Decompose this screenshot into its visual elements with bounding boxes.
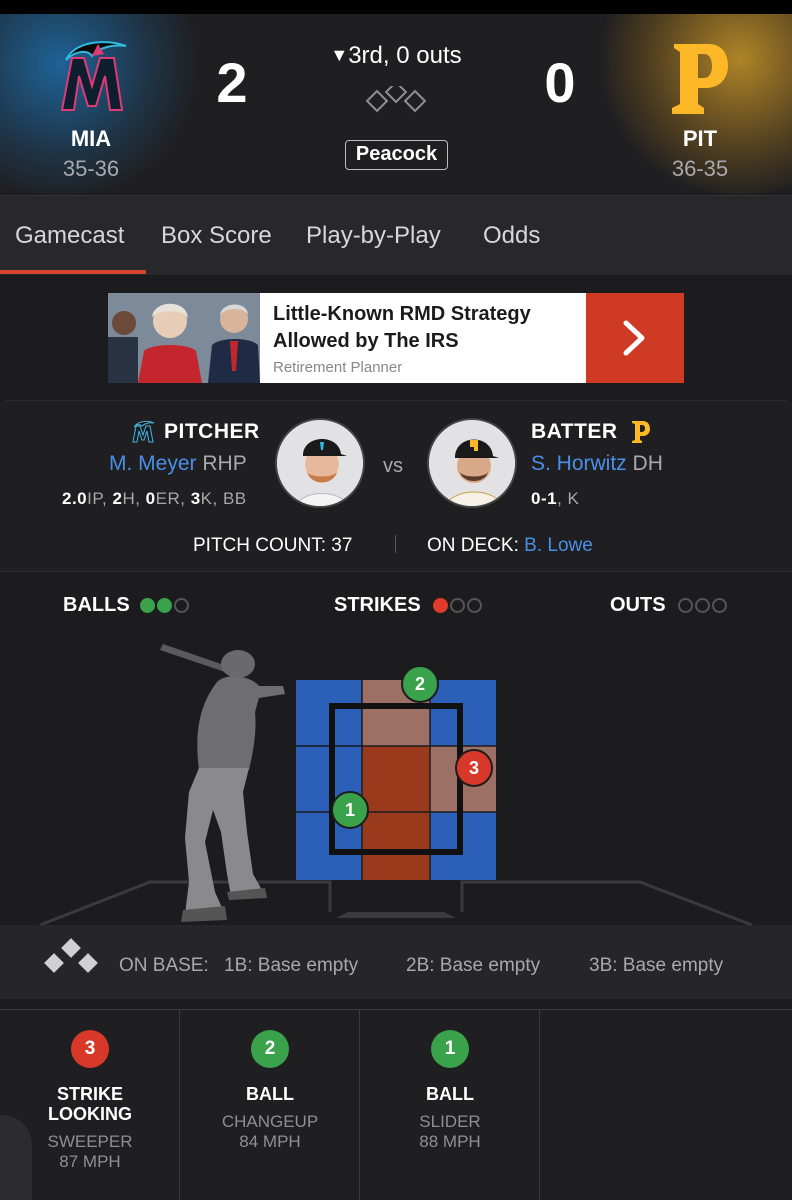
strike-zone-field: BALLS STRIKES OUTS 123 — [0, 572, 792, 925]
scoreboard: MIA 35-36 2 ▼3rd, 0 outs Peacock 0 PIT 3… — [0, 14, 792, 195]
bottom-half-arrow-icon: ▼ — [330, 45, 349, 65]
pitch-number-badge: 3 — [71, 1030, 109, 1068]
pitcher-stat-line: 2.0IP, 2H, 0ER, 3K, BB — [62, 489, 247, 508]
batter-extra: K — [567, 489, 580, 508]
batter-name: S. Horwitz DH — [531, 452, 663, 476]
pitch-type-name: SLIDER — [419, 1112, 481, 1131]
ad-sponsor: Retirement Planner — [273, 359, 403, 376]
pitch-speed: 88 MPH — [419, 1132, 481, 1151]
first-base-status: 1B: Base empty — [224, 955, 359, 976]
inning-text: 3rd, 0 outs — [348, 42, 462, 69]
away-team-abbr[interactable]: MIA — [31, 126, 151, 152]
batter-headshot[interactable] — [427, 418, 517, 508]
pitcher-headshot[interactable] — [275, 418, 365, 508]
status-bar — [0, 0, 792, 14]
pitch-count-label: PITCH COUNT: — [193, 535, 326, 556]
pitcher-name: M. Meyer RHP — [109, 452, 247, 476]
bases-diamond-icon — [362, 80, 430, 121]
versus-label: vs — [383, 455, 403, 477]
pitch-log: 3 STRIKE LOOKING SWEEPER 87 MPH 2 BALL CHANGEUP… — [0, 1009, 792, 1200]
tab-box-score[interactable]: Box Score — [161, 222, 272, 250]
batter-stat-line: 0-1, K — [531, 489, 580, 508]
batter-name-link[interactable]: S. Horwitz — [531, 452, 627, 475]
home-team-record: 36-35 — [671, 156, 729, 181]
tab-play-by-play[interactable]: Play-by-Play — [306, 222, 441, 250]
third-base-status: 3B: Base empty — [589, 955, 724, 976]
strike-zone-grid: 1 2 3 — [296, 665, 496, 880]
pitch-count: PITCH COUNT: 37 — [193, 535, 352, 557]
pitcher-k: 3 — [190, 489, 201, 508]
batter-line: 0-1 — [531, 489, 558, 508]
on-deck-player-link[interactable]: B. Lowe — [524, 535, 593, 556]
on-base-label: ON BASE: — [119, 955, 209, 976]
home-score: 0 — [544, 51, 576, 114]
second-base-status: 2B: Base empty — [406, 955, 541, 976]
pitch-count-value: 37 — [331, 535, 353, 556]
tab-odds[interactable]: Odds — [483, 222, 540, 250]
on-deck-label: ON DECK: — [427, 535, 519, 556]
bases-diamond-icon — [44, 938, 98, 973]
tab-gamecast[interactable]: Gamecast — [15, 222, 124, 250]
scroll-handle[interactable] — [0, 1115, 32, 1200]
pitch-speed: 84 MPH — [239, 1132, 301, 1151]
pitch-result-line: LOOKING — [48, 1104, 132, 1124]
ad-photo — [108, 293, 260, 383]
pitcher-team-logo-icon — [130, 420, 156, 449]
pitcher-role-label: PITCHER — [164, 420, 260, 443]
away-team-record: 35-36 — [62, 156, 120, 181]
active-tab-indicator — [0, 270, 146, 274]
pirates-logo-icon[interactable] — [668, 38, 732, 123]
pitcher-bb: BB — [222, 489, 247, 508]
pitch-card[interactable]: 2 BALL CHANGEUP 84 MPH — [180, 1010, 360, 1200]
pitcher-er: 0 — [145, 489, 156, 508]
divider — [395, 535, 396, 553]
pitch-type: CHANGEUP 84 MPH — [180, 1112, 360, 1152]
on-base-bar: ON BASE: 1B: Base empty 2B: Base empty 3… — [0, 925, 792, 999]
pitch-location-marker[interactable]: 1 — [331, 791, 369, 829]
pitch-result: STRIKE LOOKING — [0, 1084, 180, 1124]
pitch-location-marker[interactable]: 2 — [401, 665, 439, 703]
ad-headline[interactable]: Little-Known RMD Strategy Allowed by The… — [273, 301, 573, 355]
chevron-right-icon — [623, 320, 645, 356]
pitch-number-badge: 2 — [251, 1030, 289, 1068]
pitch-type: SLIDER 88 MPH — [360, 1112, 540, 1152]
ad-banner[interactable]: Little-Known RMD Strategy Allowed by The… — [108, 293, 684, 383]
pitch-result: BALL — [360, 1084, 540, 1104]
pitcher-name-link[interactable]: M. Meyer — [109, 452, 197, 475]
pitch-type-name: CHANGEUP — [221, 1112, 319, 1131]
batter-team-logo-icon — [631, 420, 651, 449]
pitcher-ip: 2.0 — [62, 489, 88, 508]
broadcast-network-badge[interactable]: Peacock — [345, 140, 448, 170]
away-score: 2 — [216, 51, 248, 114]
batter-position: DH — [632, 452, 663, 475]
game-tabs: Gamecast Box Score Play-by-Play Odds — [0, 195, 792, 275]
pitch-result-line: BALL — [246, 1084, 294, 1104]
pitch-result-line: STRIKE — [56, 1084, 123, 1104]
home-team-abbr[interactable]: PIT — [640, 126, 760, 152]
pitch-result: BALL — [180, 1084, 360, 1104]
ad-cta-button[interactable] — [586, 293, 684, 383]
batter-role-label: BATTER — [531, 420, 618, 443]
pitch-location-marker[interactable]: 3 — [455, 749, 493, 787]
inning-status: ▼3rd, 0 outs — [290, 42, 502, 70]
marlins-logo-icon[interactable] — [52, 38, 132, 123]
pitcher-h: 2 — [112, 489, 123, 508]
pitch-number-badge: 1 — [431, 1030, 469, 1068]
on-deck: ON DECK: B. Lowe — [427, 535, 593, 557]
matchup-panel — [0, 400, 792, 572]
batter-silhouette-icon — [160, 644, 285, 922]
pitch-result-line: BALL — [426, 1084, 474, 1104]
pitch-card[interactable]: 1 BALL SLIDER 88 MPH — [360, 1010, 540, 1200]
pitcher-position: RHP — [202, 452, 247, 475]
